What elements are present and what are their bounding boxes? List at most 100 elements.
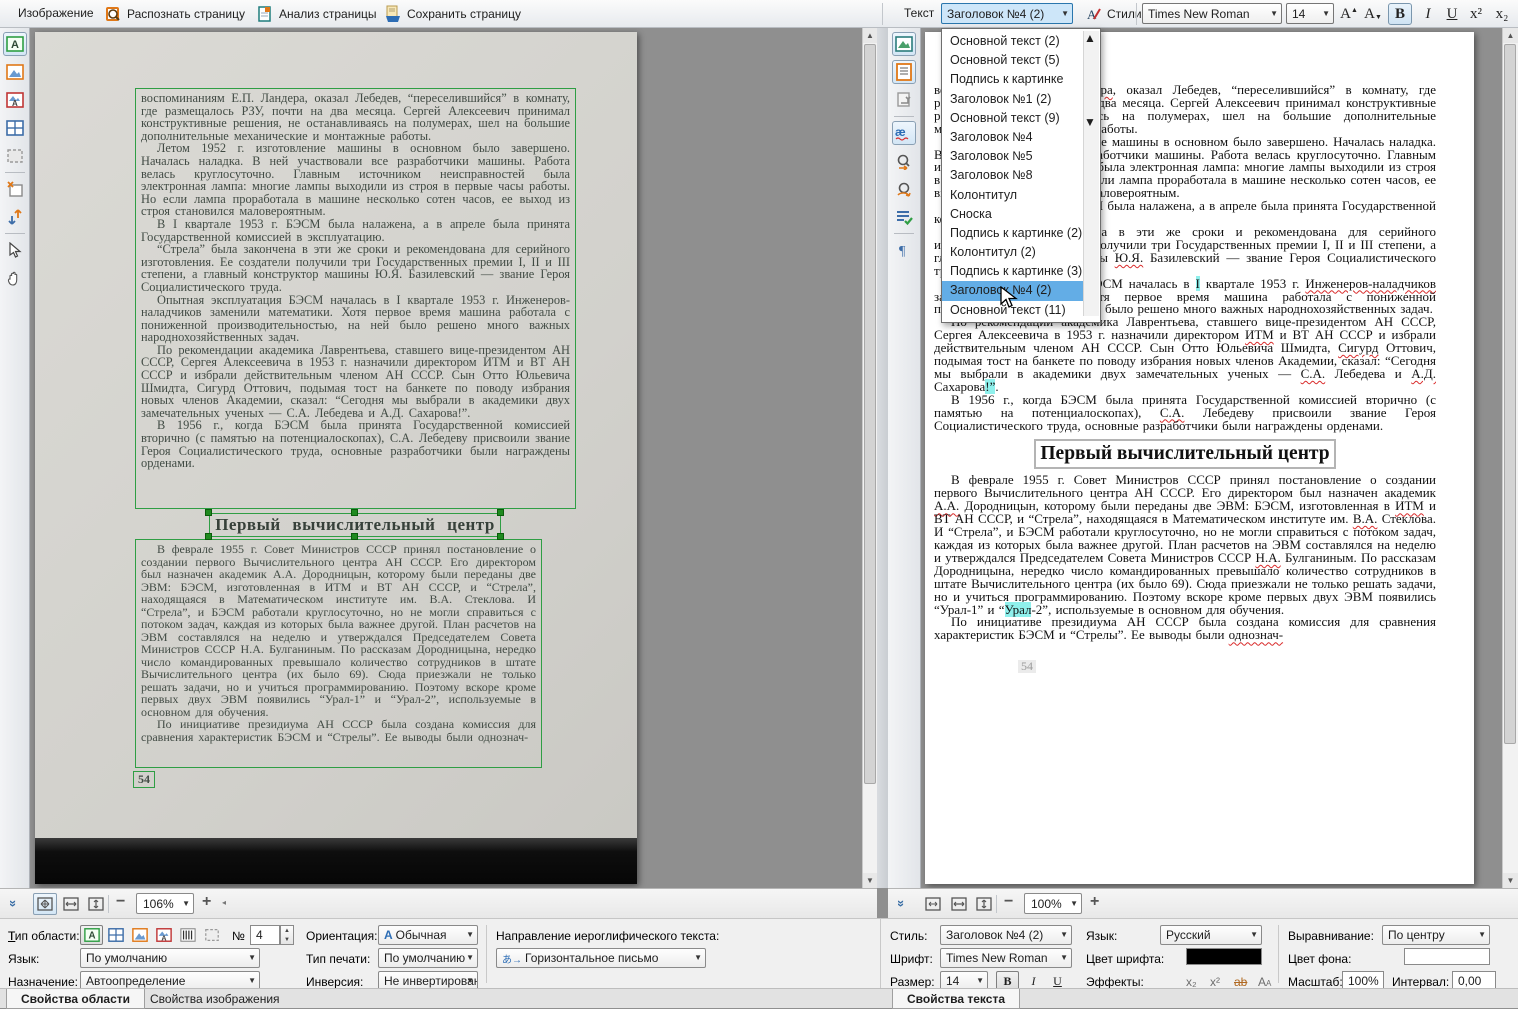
text-area-tool[interactable]: A xyxy=(3,32,27,56)
table-area-tool[interactable] xyxy=(3,116,27,140)
text-zoom-combo[interactable]: 100% ▼ xyxy=(1024,893,1082,914)
effect-smallcaps-button[interactable]: Aa xyxy=(1258,975,1271,989)
effect-strikethrough-button[interactable]: ab xyxy=(1234,975,1247,989)
style-option[interactable]: Подпись к картинке xyxy=(942,70,1083,89)
scanned-page[interactable]: воспоминаниям Е.П. Ландера, оказал Лебед… xyxy=(35,32,637,884)
effect-superscript-button[interactable]: x² xyxy=(1210,975,1220,989)
next-error-button[interactable] xyxy=(892,149,916,173)
fit-width-button[interactable] xyxy=(947,893,971,915)
decrease-font-button[interactable]: A▼ xyxy=(1362,3,1384,25)
paragraph[interactable]: По инициативе президиума АН СССР была со… xyxy=(934,616,1436,642)
alignment-combo[interactable]: По центру▼ xyxy=(1382,925,1490,945)
area-type-barcode-button[interactable] xyxy=(176,925,199,945)
style-option[interactable]: Основной текст (5) xyxy=(942,51,1083,70)
tab-area-properties[interactable]: Свойства области xyxy=(6,989,145,1009)
background-color-swatch[interactable] xyxy=(1404,948,1490,965)
style-option[interactable]: Основной текст (2) xyxy=(942,32,1083,51)
zoom-in-button[interactable]: + xyxy=(202,893,211,911)
paragraph[interactable]: В феврале 1955 г. Совет Министров СССР п… xyxy=(934,474,1436,616)
area-language-combo[interactable]: По умолчанию▼ xyxy=(80,948,260,968)
styles-button[interactable]: A Стили xyxy=(1080,2,1148,26)
reorder-areas-tool[interactable] xyxy=(3,205,27,229)
scroll-down-icon[interactable]: ▼ xyxy=(1084,115,1096,129)
fit-width-button[interactable] xyxy=(59,893,83,915)
recognize-page-button[interactable]: Распознать страницу xyxy=(98,2,251,26)
formatting-marks-button[interactable]: ¶ xyxy=(892,238,916,262)
analyze-page-button[interactable]: Анализ страницы xyxy=(250,2,383,26)
area-type-selection-button[interactable] xyxy=(200,925,223,945)
page-number-region[interactable]: 54 xyxy=(133,771,155,788)
recognized-text-block-2[interactable]: В феврале 1955 г. Совет Министров СССР п… xyxy=(934,474,1436,642)
text-style-combo[interactable]: Заголовок №4 (2)▼ xyxy=(940,925,1072,945)
picture-area-tool[interactable] xyxy=(3,60,27,84)
superscript-button[interactable]: x² xyxy=(1464,3,1488,25)
delete-area-tool[interactable] xyxy=(3,177,27,201)
zoom-out-button[interactable]: − xyxy=(1004,893,1013,911)
image-menu[interactable]: Изображение xyxy=(18,6,94,20)
collapse-arrow-icon[interactable]: ◂ xyxy=(222,898,226,907)
area-number-input[interactable]: 4 xyxy=(250,925,280,945)
fit-height-button[interactable] xyxy=(84,893,108,915)
scroll-up-icon[interactable]: ▲ xyxy=(1503,28,1518,43)
image-zoom-combo[interactable]: 106% ▼ xyxy=(136,893,194,914)
area-type-table-button[interactable] xyxy=(104,925,127,945)
fit-page-button[interactable] xyxy=(921,893,945,915)
style-option[interactable]: Заголовок №5 xyxy=(942,147,1083,166)
show-text-button[interactable] xyxy=(892,60,916,84)
area-type-picture-button[interactable] xyxy=(128,925,151,945)
image-vertical-scrollbar[interactable]: ▲ ▼ xyxy=(862,28,877,888)
hieroglyphic-direction-combo[interactable]: あ→ Горизонтальное письмо ▼ xyxy=(496,948,706,968)
font-color-swatch[interactable] xyxy=(1186,948,1262,965)
scroll-down-icon[interactable]: ▼ xyxy=(1503,873,1518,888)
select-cursor-tool[interactable] xyxy=(3,238,27,262)
style-option[interactable]: Заголовок №1 (2) xyxy=(942,90,1083,109)
font-family-combo[interactable]: Times New Roman ▼ xyxy=(1142,3,1282,24)
fit-height-button[interactable] xyxy=(972,893,996,915)
scroll-down-icon[interactable]: ▼ xyxy=(863,873,877,888)
hand-pan-tool[interactable] xyxy=(3,266,27,290)
underline-button[interactable]: U xyxy=(1440,3,1464,25)
tab-image-properties[interactable]: Свойства изображения xyxy=(136,989,294,1009)
spellcheck-view-button[interactable]: æ xyxy=(892,121,916,145)
panel-splitter[interactable] xyxy=(877,28,888,888)
text-language-combo[interactable]: Русский▼ xyxy=(1160,925,1262,945)
text-menu[interactable]: Текст xyxy=(904,6,934,20)
spinner-down-icon[interactable]: ▼ xyxy=(284,937,290,943)
zoom-out-button[interactable]: − xyxy=(116,893,125,911)
subscript-button[interactable]: x₂ xyxy=(1490,3,1514,25)
paragraph[interactable]: В 1956 г., когда БЭСМ была принята Госуд… xyxy=(934,394,1436,433)
recognized-page-number[interactable]: 54 xyxy=(1018,660,1036,673)
paragraph[interactable]: По рекомендации академика Лаврентьева, с… xyxy=(934,316,1436,393)
text-font-combo[interactable]: Times New Roman▼ xyxy=(940,948,1072,968)
picture-caption-area-tool[interactable]: A xyxy=(3,88,27,112)
find-replace-button[interactable] xyxy=(892,177,916,201)
verify-text-button[interactable] xyxy=(892,205,916,229)
increase-font-button[interactable]: A▲ xyxy=(1338,3,1360,25)
style-option[interactable]: Колонтитул xyxy=(942,186,1083,205)
selection-area-tool[interactable] xyxy=(3,144,27,168)
collapse-chevrons-icon[interactable]: » xyxy=(898,896,905,911)
style-option[interactable]: Заголовок №4 xyxy=(942,128,1083,147)
fit-page-button[interactable] xyxy=(33,893,57,915)
text-region-1[interactable]: воспоминаниям Е.П. Ландера, оказал Лебед… xyxy=(135,88,576,509)
text-vertical-scrollbar[interactable]: ▲ ▼ xyxy=(1502,28,1518,888)
style-option[interactable]: Колонтитул (2) xyxy=(942,243,1083,262)
style-combo[interactable]: Заголовок №4 (2) ▼ xyxy=(941,3,1073,24)
orientation-combo[interactable]: A Обычная ▼ xyxy=(378,925,478,945)
style-option[interactable]: Подпись к картинке (3) xyxy=(942,262,1083,281)
font-size-combo[interactable]: 14 ▼ xyxy=(1286,3,1334,24)
show-image-button[interactable] xyxy=(892,32,916,56)
zoom-in-button[interactable]: + xyxy=(1090,893,1099,911)
italic-button[interactable]: I xyxy=(1416,3,1440,25)
scroll-up-icon[interactable]: ▲ xyxy=(863,28,877,43)
bold-button[interactable]: B xyxy=(1388,3,1412,25)
area-type-picture-caption-button[interactable]: A xyxy=(152,925,175,945)
style-option[interactable]: Основной текст (9) xyxy=(942,109,1083,128)
tab-text-properties[interactable]: Свойства текста xyxy=(892,989,1020,1009)
print-type-combo[interactable]: По умолчанию▼ xyxy=(378,948,478,968)
save-page-button[interactable]: Сохранить страницу xyxy=(378,2,527,26)
text-region-2[interactable]: В феврале 1955 г. Совет Министров СССР п… xyxy=(135,539,542,768)
style-option[interactable]: Заголовок №8 xyxy=(942,166,1083,185)
style-option[interactable]: Сноска xyxy=(942,205,1083,224)
style-option[interactable]: Подпись к картинке (2) xyxy=(942,224,1083,243)
